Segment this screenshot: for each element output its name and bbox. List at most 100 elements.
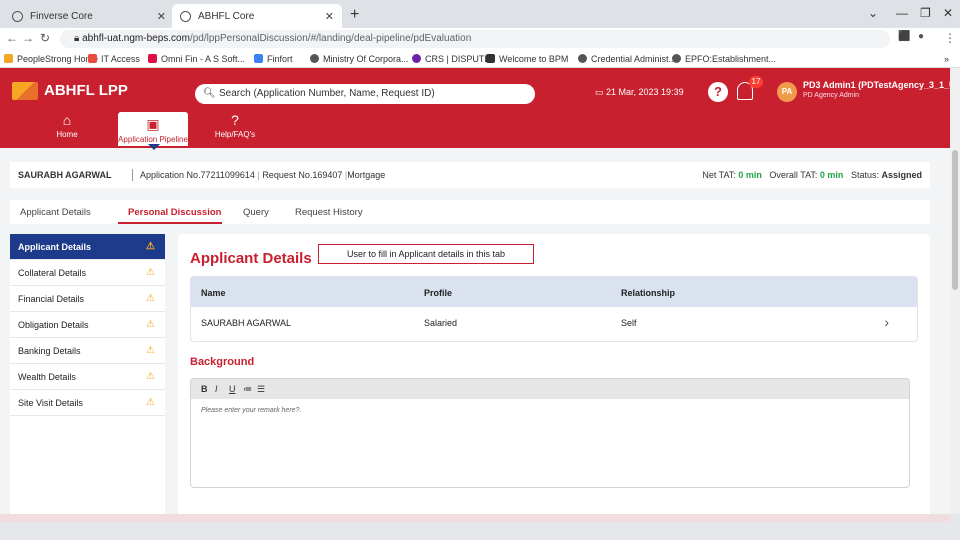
close-window-icon[interactable]: ✕: [943, 6, 953, 20]
italic-button[interactable]: I: [215, 384, 218, 394]
bookmark-item[interactable]: Ministry Of Corpora...: [310, 54, 409, 64]
cell-name: SAURABH AGARWAL: [201, 318, 292, 328]
column-header-relationship: Relationship: [621, 288, 676, 298]
restore-icon[interactable]: ❐: [920, 6, 931, 20]
pipeline-icon: ▣: [146, 116, 160, 132]
sidebar-item-collateral-details[interactable]: Collateral Details ⚠: [10, 260, 165, 286]
bookmark-item[interactable]: CRS | DISPUTE: [412, 54, 490, 64]
warning-icon: ⚠: [146, 345, 155, 356]
search-placeholder: Search (Application Number, Name, Reques…: [219, 88, 435, 99]
more-bookmarks-icon[interactable]: »: [944, 54, 949, 64]
search-icon: 🔍︎: [203, 88, 216, 99]
tat-status: Net TAT: 0 min Overall TAT: 0 min Status…: [702, 170, 922, 180]
tab-applicant-details[interactable]: Applicant Details: [20, 207, 91, 218]
warning-icon: ⚠: [146, 241, 155, 252]
app-header: ABHFL LPP 🔍︎ Search (Application Number,…: [0, 68, 960, 148]
applicant-details-panel: Applicant Details User to fill in Applic…: [178, 234, 930, 524]
tab-title: Finverse Core: [30, 10, 93, 22]
background-heading: Background: [190, 356, 255, 368]
calendar-icon: ▭: [595, 87, 607, 97]
bookmark-item[interactable]: Credential Administ...: [578, 54, 676, 64]
forward-icon[interactable]: →: [22, 31, 34, 45]
tab-title: ABHFL Core: [198, 10, 255, 22]
browser-tab-abhfl[interactable]: ABHFL Core ✕: [172, 4, 342, 28]
extension-icon[interactable]: ⬛: [898, 31, 910, 42]
help-icon[interactable]: ?: [708, 82, 728, 102]
status-badge: Assigned: [881, 170, 922, 180]
sidebar-item-applicant-details[interactable]: Applicant Details ⚠: [10, 234, 165, 260]
sidebar-item-obligation-details[interactable]: Obligation Details ⚠: [10, 312, 165, 338]
ordered-list-button[interactable]: ≔: [243, 384, 252, 395]
section-sidebar: Applicant Details ⚠ Collateral Details ⚠ F…: [10, 234, 165, 514]
background-remark-editor[interactable]: B I U ≔ ☰ Please enter your remark here?…: [190, 378, 910, 488]
sidebar-item-wealth-details[interactable]: Wealth Details ⚠: [10, 364, 165, 390]
scrollbar-thumb[interactable]: [952, 150, 958, 290]
warning-icon: ⚠: [146, 397, 155, 408]
sidebar-item-site-visit-details[interactable]: Site Visit Details ⚠: [10, 390, 165, 416]
nav-application-pipeline[interactable]: ▣ Application Pipeline: [118, 112, 188, 146]
back-icon[interactable]: ←: [6, 31, 18, 45]
close-tab-icon[interactable]: ✕: [325, 10, 334, 23]
user-role: PD Agency Admin: [803, 92, 860, 99]
panel-title: Applicant Details: [190, 250, 312, 267]
new-tab-icon[interactable]: +: [350, 6, 359, 24]
bookmark-item[interactable]: PeopleStrong Home: [4, 54, 98, 64]
profile-icon[interactable]: ●: [918, 31, 924, 42]
tab-query[interactable]: Query: [243, 207, 269, 218]
tab-personal-discussion[interactable]: Personal Discussion: [128, 207, 221, 218]
warning-icon: ⚠: [146, 267, 155, 278]
bookmarks-bar: PeopleStrong Home IT Access Omni Fin - A…: [0, 50, 960, 68]
user-name[interactable]: PD3 Admin1 (PDTestAgency_3_1_User_: [803, 80, 960, 90]
column-header-profile: Profile: [424, 288, 453, 298]
bookmark-item[interactable]: EPFO:Establishment...: [672, 54, 776, 64]
bookmark-item[interactable]: IT Access: [88, 54, 140, 64]
tab-request-history[interactable]: Request History: [295, 207, 363, 218]
nav-active-pointer: [148, 144, 160, 150]
editor-toolbar: B I U ≔ ☰: [191, 379, 909, 399]
url-field[interactable]: 🔒︎ abhfl-uat.ngm-beps.com/pd/lppPersonal…: [60, 30, 890, 48]
cell-profile: Salaried: [424, 318, 458, 328]
current-datetime: ▭ 21 Mar, 2023 19:39: [595, 87, 684, 97]
close-tab-icon[interactable]: ✕: [157, 10, 166, 23]
bullet-list-button[interactable]: ☰: [257, 384, 265, 395]
footer-strip: [0, 514, 950, 522]
applicant-table: Name Profile Relationship SAURABH AGARWA…: [190, 276, 918, 342]
cell-relationship: Self: [621, 318, 637, 328]
page-scrollbar[interactable]: [950, 68, 960, 514]
instruction-callout: User to fill in Applicant details in thi…: [318, 244, 534, 264]
chevron-right-icon[interactable]: ›: [884, 314, 889, 330]
sidebar-item-financial-details[interactable]: Financial Details ⚠: [10, 286, 165, 312]
url-host: abhfl-uat.ngm-beps.com: [82, 33, 190, 44]
divider: [132, 169, 133, 181]
table-header: Name Profile Relationship: [191, 277, 917, 307]
subtab-bar: Applicant Details Personal Discussion Qu…: [10, 200, 930, 224]
application-info-bar: SAURABH AGARWAL Application No.772110996…: [10, 162, 930, 188]
address-bar-row: ← → ↻ 🔒︎ abhfl-uat.ngm-beps.com/pd/lppPe…: [0, 28, 960, 50]
bookmark-item[interactable]: Finfort: [254, 54, 293, 64]
column-header-name: Name: [201, 288, 226, 298]
menu-icon[interactable]: ⋮: [944, 31, 956, 45]
application-summary: Application No.77211099614 | Request No.…: [140, 170, 386, 180]
avatar[interactable]: PA: [777, 82, 797, 102]
search-input[interactable]: 🔍︎ Search (Application Number, Name, Req…: [195, 84, 535, 104]
editor-placeholder: Please enter your remark here?.: [201, 407, 302, 414]
warning-icon: ⚠: [146, 319, 155, 330]
warning-icon: ⚠: [146, 371, 155, 382]
reload-icon[interactable]: ↻: [40, 31, 50, 45]
warning-icon: ⚠: [146, 293, 155, 304]
bold-button[interactable]: B: [201, 384, 208, 394]
chevron-down-icon[interactable]: ⌄: [868, 6, 878, 20]
nav-home[interactable]: ⌂ Home: [32, 112, 102, 139]
brand-name: ABHFL LPP: [44, 82, 128, 99]
browser-tab-finverse[interactable]: Finverse Core ✕: [4, 4, 174, 28]
underline-button[interactable]: U: [229, 384, 236, 394]
home-icon: ⌂: [62, 112, 72, 128]
notification-badge: 17: [749, 76, 763, 88]
nav-help-faq[interactable]: ? Help/FAQ's: [200, 112, 270, 139]
bookmark-item[interactable]: Omni Fin - A S Soft...: [148, 54, 245, 64]
table-row[interactable]: SAURABH AGARWAL Salaried Self ›: [191, 307, 917, 341]
sidebar-item-banking-details[interactable]: Banking Details ⚠: [10, 338, 165, 364]
bookmark-item[interactable]: Welcome to BPM: [486, 54, 568, 64]
minimize-icon[interactable]: —: [896, 6, 908, 20]
browser-tab-bar: Finverse Core ✕ ABHFL Core ✕ + ⌄ — ❐ ✕: [0, 0, 960, 28]
